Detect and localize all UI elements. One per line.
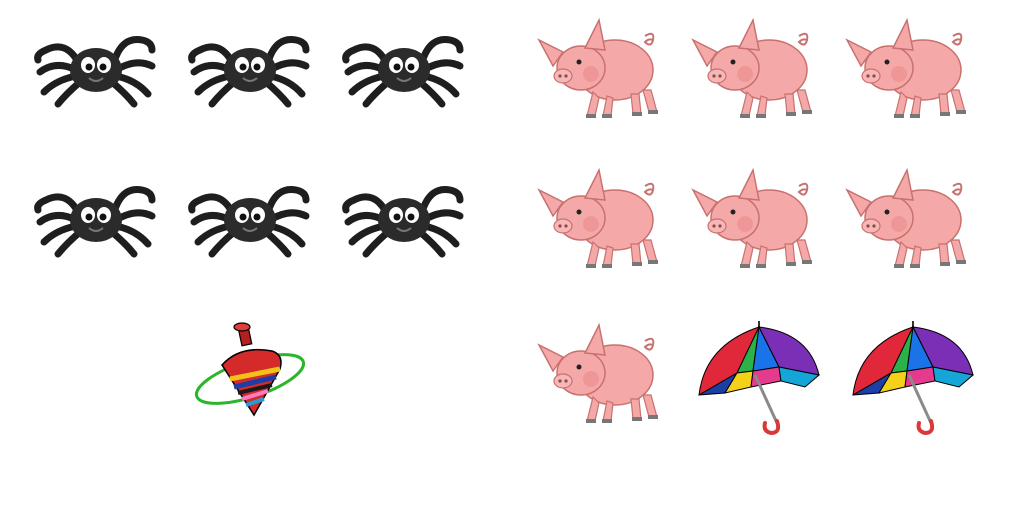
spider-icon [334, 160, 474, 280]
spider-icon [26, 10, 166, 130]
spider-icon [180, 160, 320, 280]
umbrella-icon [689, 315, 829, 435]
pig-icon [689, 160, 829, 280]
umbrella-icon [843, 315, 983, 435]
spider-icon [180, 10, 320, 130]
spider-icon [26, 160, 166, 280]
pig-icon [535, 315, 675, 435]
pig-icon [535, 160, 675, 280]
picture-scene [0, 0, 1024, 512]
pig-icon [843, 10, 983, 130]
pig-icon [843, 160, 983, 280]
spinning-top-icon [180, 315, 320, 435]
spider-icon [334, 10, 474, 130]
pig-icon [535, 10, 675, 130]
pig-icon [689, 10, 829, 130]
